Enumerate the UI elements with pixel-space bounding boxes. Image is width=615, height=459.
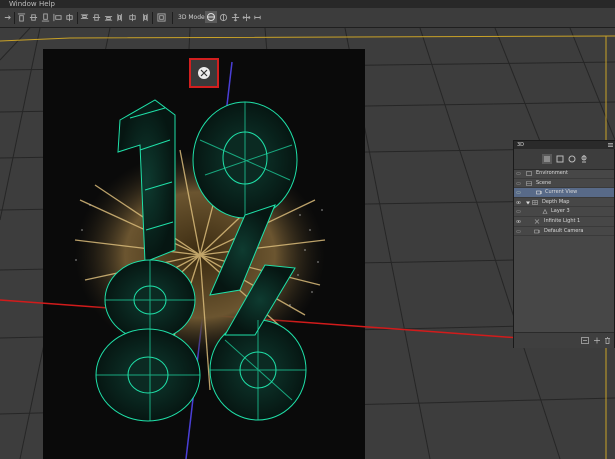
material-icon bbox=[542, 209, 548, 215]
align-top-icon[interactable] bbox=[17, 13, 26, 22]
align-hcenter-icon[interactable] bbox=[65, 13, 74, 22]
distribute-vcenter-icon[interactable] bbox=[92, 13, 101, 22]
expand-triangle-icon[interactable] bbox=[526, 201, 530, 205]
layer-label: Environment bbox=[536, 170, 568, 176]
distribute-right-icon[interactable] bbox=[140, 13, 149, 22]
toolbar-separator bbox=[172, 12, 173, 24]
scene-icon bbox=[526, 180, 532, 186]
visibility-eye-icon[interactable] bbox=[516, 200, 521, 205]
arrow-right-icon[interactable] bbox=[3, 13, 12, 22]
3d-axis-icon[interactable] bbox=[191, 60, 217, 86]
options-bar: 3D Mode: bbox=[0, 8, 615, 28]
visibility-eye-icon[interactable] bbox=[516, 190, 521, 195]
menu-item-window[interactable]: Window bbox=[9, 0, 37, 8]
layer-depth-map[interactable]: Depth Map bbox=[514, 198, 614, 208]
whole-scene-icon[interactable] bbox=[542, 154, 552, 164]
panel-filter-bar bbox=[514, 149, 614, 170]
layer-label: Layer 3 bbox=[551, 208, 570, 215]
visibility-eye-icon[interactable] bbox=[516, 171, 521, 176]
menu-bar: Window Help bbox=[0, 0, 615, 8]
layer-label: Scene bbox=[536, 179, 552, 186]
panel-menu-icon[interactable] bbox=[608, 143, 613, 147]
layer-label: Depth Map bbox=[542, 198, 570, 205]
scene-layer-list: Environment Scene Current View Depth Map… bbox=[514, 169, 614, 237]
distribute-hcenter-icon[interactable] bbox=[128, 13, 137, 22]
scale-3d-icon[interactable] bbox=[253, 13, 262, 22]
camera-icon bbox=[536, 190, 542, 195]
align-vcenter-icon[interactable] bbox=[29, 13, 38, 22]
distribute-left-icon[interactable] bbox=[116, 13, 125, 22]
selected-3d-axis-widget[interactable] bbox=[189, 58, 219, 88]
align-bottom-icon[interactable] bbox=[41, 13, 50, 22]
menu-item-help[interactable]: Help bbox=[39, 0, 55, 8]
visibility-eye-icon[interactable] bbox=[516, 219, 521, 224]
layer-scene[interactable]: Scene bbox=[514, 179, 614, 189]
toolbar-separator bbox=[152, 12, 153, 24]
roll-3d-icon[interactable] bbox=[219, 13, 228, 22]
align-left-icon[interactable] bbox=[53, 13, 62, 22]
pan-3d-icon[interactable] bbox=[231, 13, 240, 22]
toolbar-separator bbox=[77, 12, 78, 24]
lights-filter-icon[interactable] bbox=[579, 154, 589, 164]
environment-icon bbox=[526, 171, 532, 176]
layer-label: Infinite Light 1 bbox=[544, 217, 581, 224]
mesh-icon bbox=[532, 199, 538, 205]
layer-label: Default Camera bbox=[544, 227, 584, 234]
rotate-3d-icon[interactable] bbox=[205, 11, 217, 23]
visibility-eye-icon[interactable] bbox=[516, 229, 521, 234]
distribute-top-icon[interactable] bbox=[80, 13, 89, 22]
canvas-border bbox=[0, 35, 615, 42]
visibility-eye-icon[interactable] bbox=[516, 209, 521, 214]
new-light-icon[interactable] bbox=[593, 337, 601, 344]
toolbar-separator bbox=[14, 12, 15, 24]
infinite-light-icon bbox=[534, 219, 540, 224]
render-icon[interactable] bbox=[581, 337, 589, 344]
camera-icon bbox=[534, 229, 540, 233]
distribute-bottom-icon[interactable] bbox=[104, 13, 113, 22]
layer-label: Current View bbox=[545, 189, 578, 196]
layer-infinite-light-1[interactable]: Infinite Light 1 bbox=[514, 217, 614, 227]
layer-environment[interactable]: Environment bbox=[514, 169, 614, 179]
3d-panel: 3D Environment Scene Current View Depth … bbox=[513, 140, 615, 348]
meshes-filter-icon[interactable] bbox=[555, 154, 565, 164]
layer-layer-3[interactable]: Layer 3 bbox=[514, 207, 614, 217]
layer-default-camera[interactable]: Default Camera bbox=[514, 227, 614, 237]
trash-icon[interactable] bbox=[604, 337, 611, 344]
panel-tab-bar: 3D bbox=[514, 141, 615, 149]
visibility-eye-icon[interactable] bbox=[516, 181, 521, 186]
3d-mode-label: 3D Mode: bbox=[178, 14, 207, 21]
auto-align-icon[interactable] bbox=[157, 13, 166, 22]
slide-3d-icon[interactable] bbox=[242, 13, 251, 22]
panel-footer bbox=[514, 332, 614, 348]
materials-filter-icon[interactable] bbox=[567, 154, 577, 164]
layer-current-view[interactable]: Current View bbox=[514, 188, 614, 198]
panel-tab-3d[interactable]: 3D bbox=[517, 142, 524, 148]
